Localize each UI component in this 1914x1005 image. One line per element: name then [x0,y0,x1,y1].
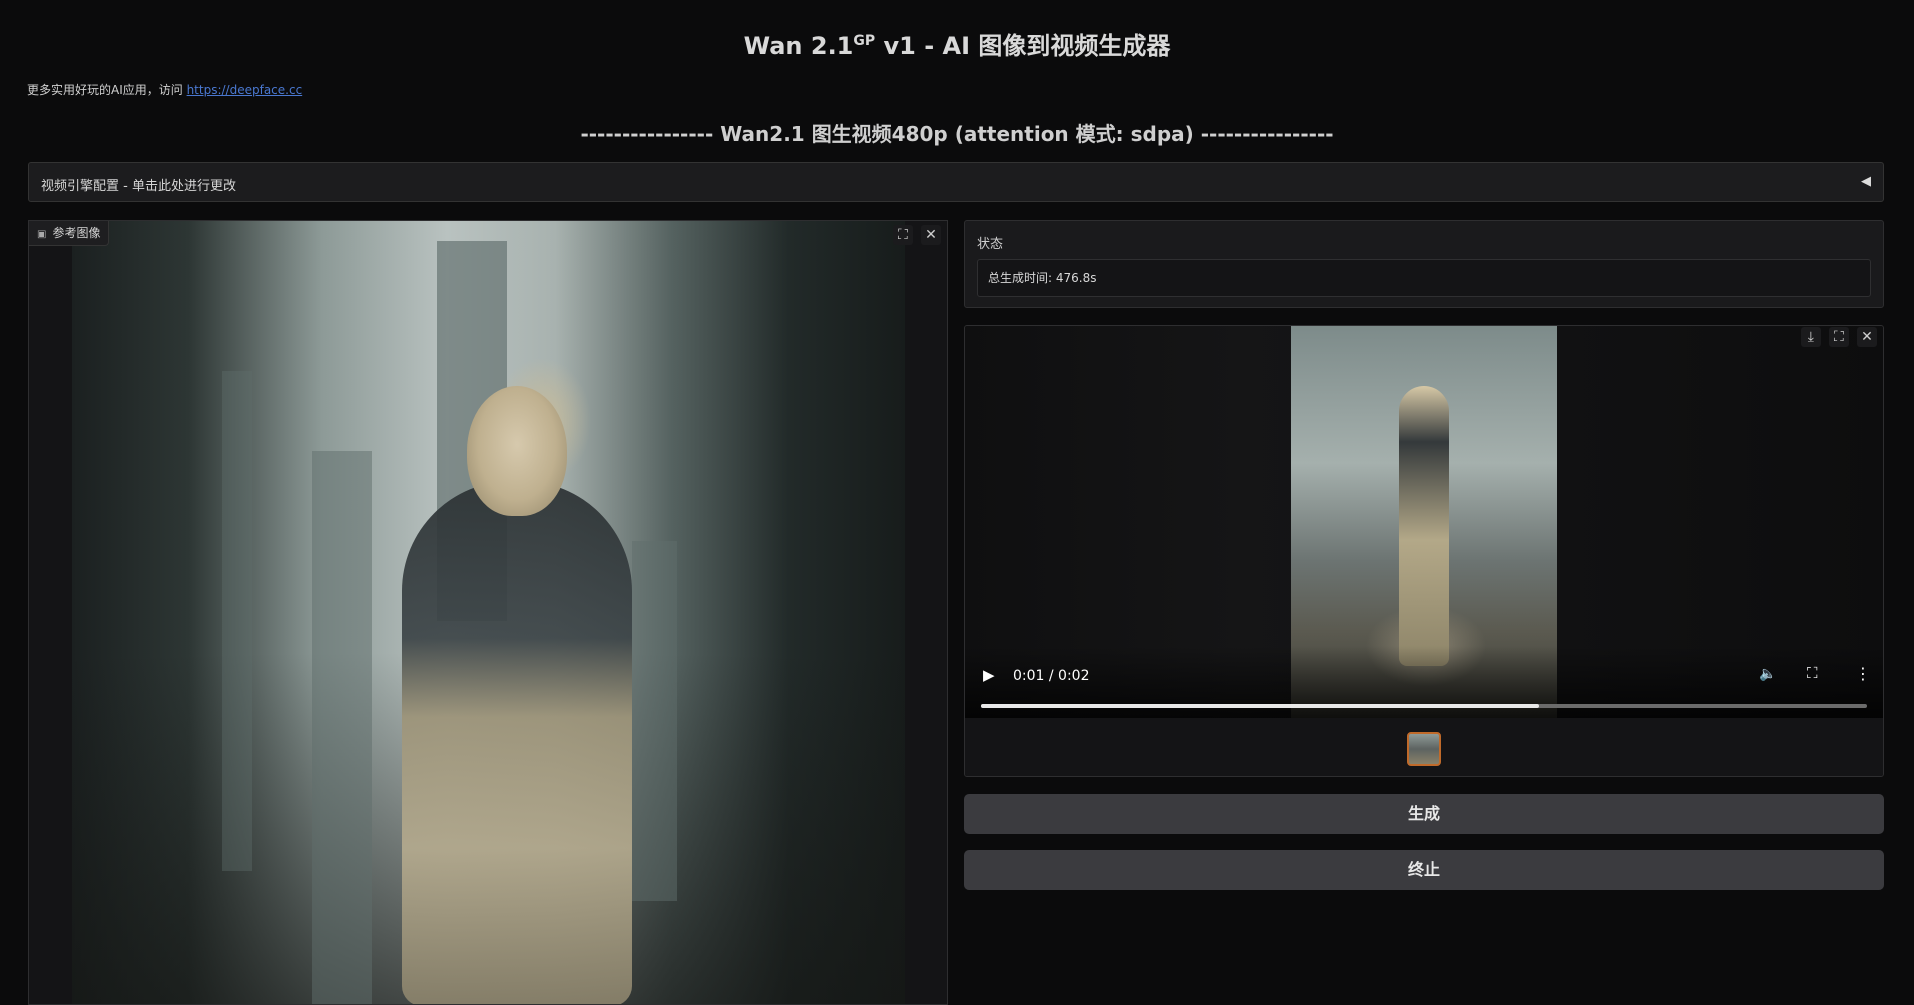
video-panel-fullscreen-icon[interactable]: ⛶ [1828,327,1849,347]
status-label: 状态 [977,237,1004,252]
video-toolbar: ⤓ ⛶ ✕ [1798,326,1877,347]
video-progress-fill [981,704,1540,708]
fullscreen-icon[interactable]: ⛶ [892,225,913,245]
close-icon[interactable]: ✕ [921,225,941,245]
info-note: 更多实用好玩的AI应用，访问 https://deepface.cc [27,81,302,98]
video-output-panel[interactable]: ▶ 0:01 / 0:02 🔈 ⛶ ⋮ ⤓ ⛶ ✕ [964,325,1884,777]
reference-image [72,221,905,1004]
reference-image-label: ▣ 参考图像 [29,221,110,246]
deepface-link[interactable]: https://deepface.cc [187,83,303,97]
more-options-icon[interactable]: ⋮ [1855,664,1871,683]
section-heading: ---------------- Wan2.1 图生视频480p (attent… [580,122,1334,146]
image-toolbar: ⛶ ✕ [890,224,941,245]
title-sup: GP [853,33,876,49]
generate-button[interactable]: 生成 [964,794,1884,834]
status-field[interactable]: 总生成时间: 476.8s [977,259,1871,297]
video-thumbnail[interactable] [1407,732,1441,766]
thumbnail-row [965,718,1883,776]
engine-config-accordion[interactable]: 视频引擎配置 - 单击此处进行更改 ◀ [28,162,1884,202]
video-progress-bar[interactable] [981,704,1867,708]
app-title: Wan 2.1GP v1 - AI 图像到视频生成器 [0,26,1914,61]
collapse-arrow-icon[interactable]: ◀ [1861,174,1871,189]
reference-image-panel[interactable]: ▣ 参考图像 ⛶ ✕ [28,220,948,1005]
video-close-icon[interactable]: ✕ [1857,327,1877,347]
volume-icon[interactable]: 🔈 [1759,666,1776,682]
title-prefix: Wan 2.1 [743,32,854,60]
video-time: 0:01 / 0:02 [1013,668,1090,684]
video-fullscreen-icon[interactable]: ⛶ [1807,664,1818,682]
status-box: 状态 总生成时间: 476.8s [964,220,1884,308]
stop-button[interactable]: 终止 [964,850,1884,890]
video-player[interactable]: ▶ 0:01 / 0:02 🔈 ⛶ ⋮ [965,326,1883,718]
reference-image-label-text: 参考图像 [52,226,101,240]
accordion-label: 视频引擎配置 - 单击此处进行更改 [41,179,236,194]
image-icon: ▣ [37,229,47,240]
download-icon[interactable]: ⤓ [1800,327,1821,347]
info-note-text: 更多实用好玩的AI应用，访问 [27,83,187,97]
video-controls: ▶ 0:01 / 0:02 🔈 ⛶ ⋮ [965,646,1883,718]
title-suffix: v1 - AI 图像到视频生成器 [875,32,1171,60]
play-icon[interactable]: ▶ [983,666,995,684]
